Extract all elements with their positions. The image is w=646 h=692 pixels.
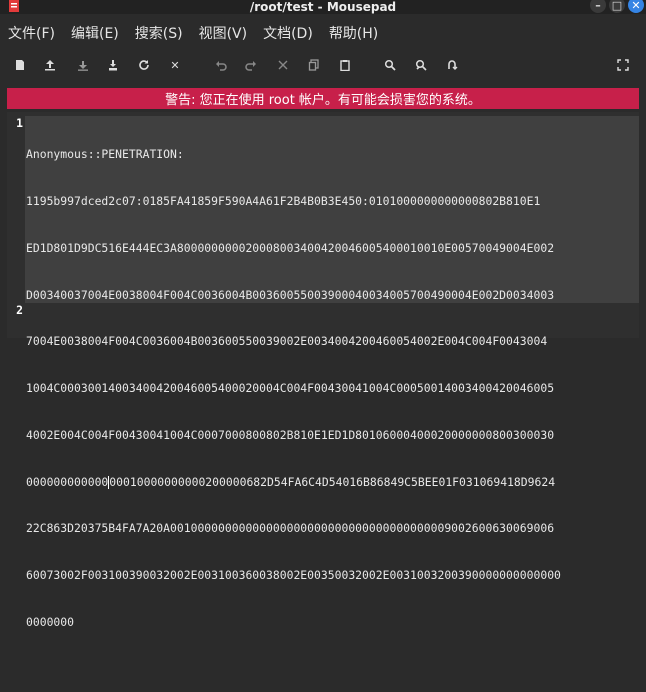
menu-document[interactable]: 文档(D) <box>263 23 313 43</box>
code-line: 0000000 <box>26 615 75 629</box>
line-number-gutter: 1 2 <box>7 116 23 319</box>
code-line-with-cursor: 00000000000000010000000000200000682D54FA… <box>26 474 556 489</box>
code-line: 22C863D20375B4FA7A20A0010000000000000000… <box>26 521 555 536</box>
code-line: 1004C00030014003400420046005400020004C00… <box>26 381 555 396</box>
paste-icon[interactable] <box>338 58 352 72</box>
copy-icon[interactable] <box>307 58 321 72</box>
root-warning-banner: 警告: 您正在使用 root 帐户。有可能会损害您的系统。 <box>7 88 639 109</box>
fullscreen-icon[interactable] <box>616 58 630 72</box>
close-doc-icon[interactable]: ✕ <box>168 58 182 72</box>
code-line: ED1D801D9DC516E444EC3A800000000020008003… <box>26 240 555 255</box>
menu-view[interactable]: 视图(V) <box>199 23 248 43</box>
menu-help[interactable]: 帮助(H) <box>329 23 378 43</box>
find-replace-icon[interactable] <box>414 58 428 72</box>
find-icon[interactable] <box>383 58 397 72</box>
menu-edit[interactable]: 编辑(E) <box>71 23 119 43</box>
window-title: /root/test - Mousepad <box>249 0 397 14</box>
code-text[interactable]: Anonymous::PENETRATION: 1195b997dced2c07… <box>26 116 638 692</box>
line-number: 2 <box>16 303 23 318</box>
close-window-button[interactable]: ✕ <box>628 0 644 13</box>
title-bar: /root/test - Mousepad – □ ✕ <box>0 0 646 14</box>
code-line: Anonymous::PENETRATION: <box>26 147 184 162</box>
undo-icon[interactable] <box>214 58 228 72</box>
code-line: 4002E004C004F00430041004C0007000800802B8… <box>26 427 555 442</box>
root-warning-text: 警告: 您正在使用 root 帐户。有可能会损害您的系统。 <box>165 93 481 108</box>
code-line: 7004E0038004F004C0036004B003600550039002… <box>26 334 548 349</box>
mousepad-app-icon <box>9 0 19 12</box>
new-document-icon[interactable] <box>13 58 27 72</box>
code-line: D00340037004E0038004F004C0036004B0036005… <box>26 287 555 302</box>
menu-bar: 文件(F) 编辑(E) 搜索(S) 视图(V) 文档(D) 帮助(H) <box>0 18 646 48</box>
open-icon[interactable] <box>43 58 57 72</box>
code-line: 1195b997dced2c07:0185FA41859F590A4A61F2B… <box>26 193 541 208</box>
toolbar: ✕ <box>0 52 646 80</box>
line-number: 1 <box>16 116 23 130</box>
menu-file[interactable]: 文件(F) <box>8 23 55 43</box>
maximize-button[interactable]: □ <box>609 0 625 13</box>
cut-icon[interactable] <box>276 58 290 72</box>
save-icon[interactable] <box>76 58 90 72</box>
redo-icon[interactable] <box>244 58 258 72</box>
goto-icon[interactable] <box>445 58 459 72</box>
menu-search[interactable]: 搜索(S) <box>135 23 183 43</box>
code-line: 60073002F003100390032002E003100360038002… <box>26 568 561 583</box>
save-as-icon[interactable] <box>106 58 120 72</box>
minimize-button[interactable]: – <box>590 0 606 13</box>
reload-icon[interactable] <box>137 58 151 72</box>
text-editor[interactable]: 1 2 Anonymous::PENETRATION: 1195b997dced… <box>7 112 639 629</box>
